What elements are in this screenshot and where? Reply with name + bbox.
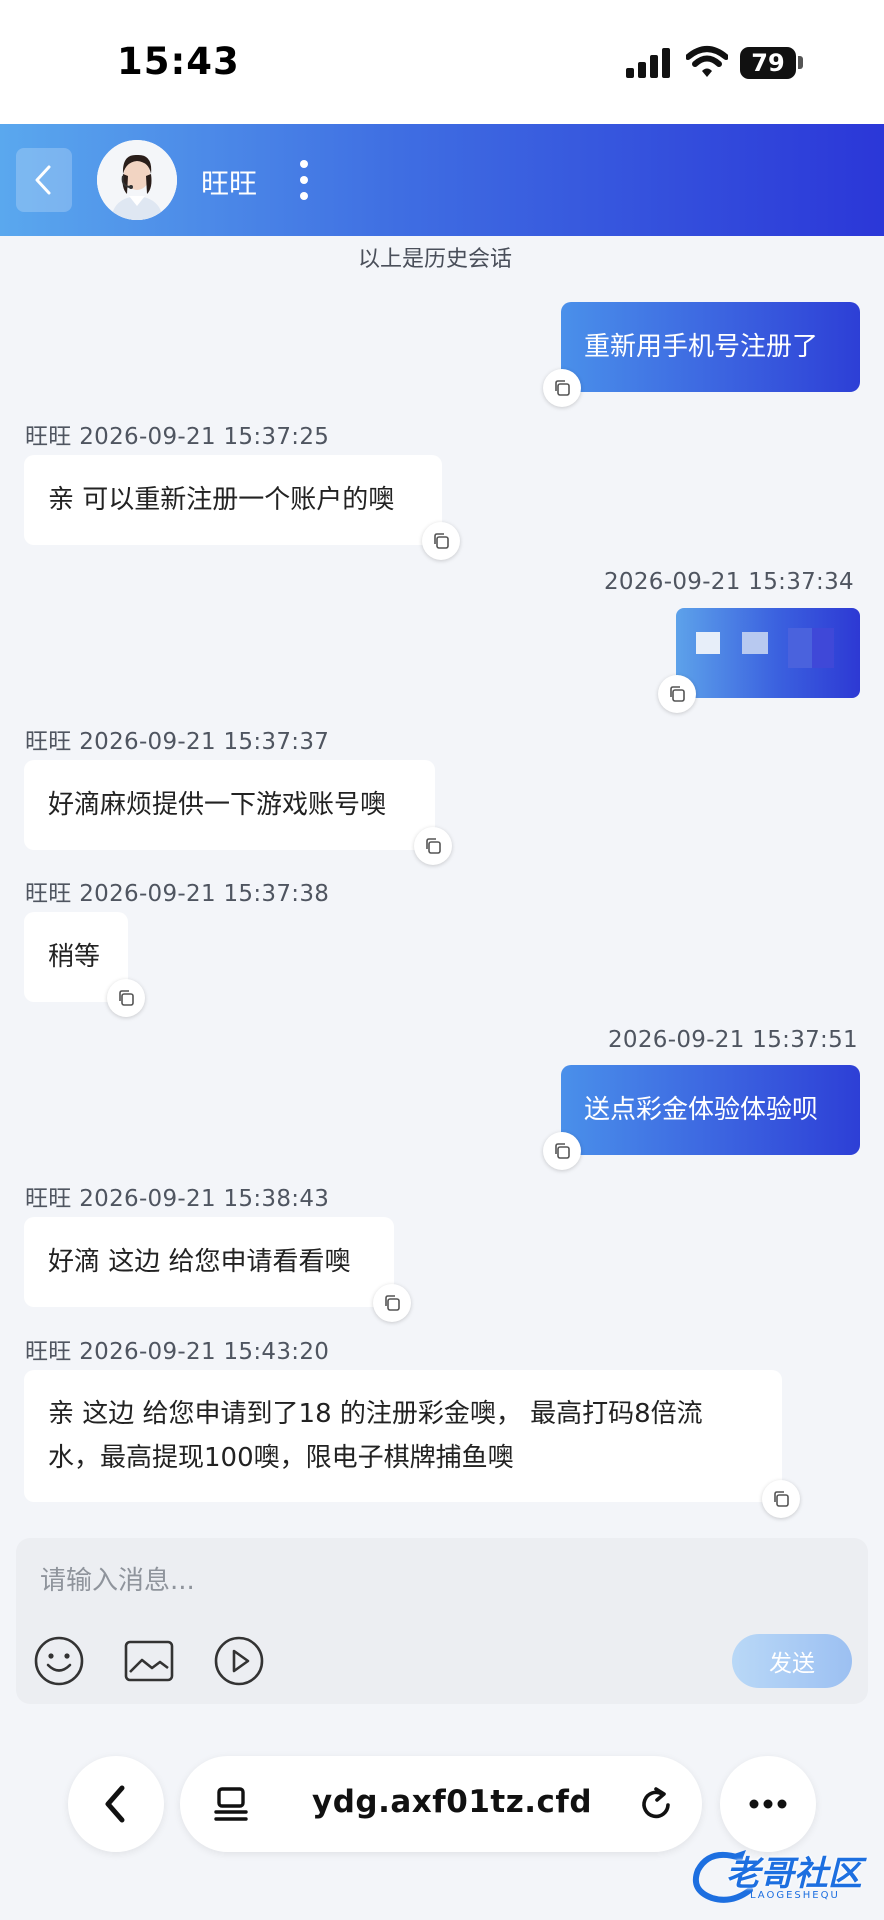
copy-icon bbox=[774, 1491, 789, 1507]
copy-icon bbox=[555, 380, 570, 396]
url-text: ydg.axf01tz.cfd bbox=[312, 1784, 593, 1820]
message-text: 好滴 这边 给您申请看看噢 bbox=[48, 1247, 351, 1277]
support-agent-avatar-icon bbox=[97, 140, 177, 220]
wifi-icon bbox=[686, 46, 728, 77]
image-icon bbox=[124, 1640, 174, 1682]
chevron-left-icon bbox=[105, 1785, 125, 1823]
message-text: 重新用手机号注册了 bbox=[584, 332, 819, 362]
message-meta: 旺旺 2026-09-21 15:43:20 bbox=[25, 1339, 330, 1365]
back-button[interactable] bbox=[16, 148, 72, 212]
copy-icon bbox=[555, 1143, 570, 1159]
message-meta: 旺旺 2026-09-21 15:38:43 bbox=[25, 1186, 330, 1212]
copy-icon bbox=[426, 838, 441, 854]
blurred-image-message[interactable] bbox=[676, 608, 860, 698]
video-button[interactable] bbox=[212, 1634, 266, 1688]
browser-back-button[interactable] bbox=[68, 1756, 164, 1852]
incoming-message-bubble: 亲 这边 给您申请到了18 的注册彩金噢， 最高打码8倍流 水，最高提现100噢… bbox=[24, 1370, 782, 1502]
message-meta: 旺旺 2026-09-21 15:37:37 bbox=[25, 729, 330, 755]
battery-level: 79 bbox=[740, 47, 796, 79]
message-text: 送点彩金体验体验呗 bbox=[584, 1095, 819, 1125]
browser-menu-button[interactable] bbox=[720, 1756, 816, 1852]
message-text-line: 水，最高提现100噢，限电子棋牌捕鱼噢 bbox=[48, 1443, 514, 1473]
cellular-signal-icon bbox=[626, 48, 670, 78]
outgoing-message-bubble: 送点彩金体验体验呗 bbox=[561, 1065, 860, 1155]
chat-header: 旺旺 bbox=[0, 124, 884, 236]
outgoing-message-bubble: 重新用手机号注册了 bbox=[561, 302, 860, 392]
agent-avatar bbox=[97, 140, 177, 220]
copy-button[interactable] bbox=[422, 522, 460, 560]
message-meta: 旺旺 2026-09-21 15:37:38 bbox=[25, 881, 330, 907]
battery-cap bbox=[798, 56, 803, 69]
copy-icon bbox=[385, 1295, 400, 1311]
watermark-subtext: LAOGESHEQU bbox=[750, 1890, 840, 1901]
message-meta: 2026-09-21 15:37:51 bbox=[608, 1027, 858, 1053]
message-text-line: 亲 这边 给您申请到了18 的注册彩金噢， 最高打码8倍流 bbox=[48, 1399, 703, 1429]
copy-button[interactable] bbox=[543, 369, 581, 407]
message-text: 亲 可以重新注册一个账户的噢 bbox=[48, 485, 395, 515]
copy-button[interactable] bbox=[373, 1284, 411, 1322]
copy-button[interactable] bbox=[107, 979, 145, 1017]
copy-icon bbox=[670, 686, 685, 702]
copy-button[interactable] bbox=[543, 1132, 581, 1170]
chevron-left-icon bbox=[35, 165, 51, 195]
incoming-message-bubble: 好滴 这边 给您申请看看噢 bbox=[24, 1217, 394, 1307]
message-text: 稍等 bbox=[48, 942, 101, 972]
status-time: 15:43 bbox=[117, 40, 240, 83]
tabs-icon[interactable] bbox=[212, 1784, 252, 1824]
watermark-text: 老哥社区 bbox=[726, 1854, 862, 1894]
incoming-message-bubble: 亲 可以重新注册一个账户的噢 bbox=[24, 455, 442, 545]
emoji-icon bbox=[34, 1636, 84, 1686]
emoji-button[interactable] bbox=[32, 1634, 86, 1688]
address-bar[interactable]: ydg.axf01tz.cfd bbox=[180, 1756, 702, 1852]
message-composer: 发送 bbox=[16, 1538, 868, 1704]
copy-button[interactable] bbox=[658, 675, 696, 713]
copy-button[interactable] bbox=[414, 827, 452, 865]
play-circle-icon bbox=[214, 1636, 264, 1686]
copy-icon bbox=[119, 990, 134, 1006]
message-meta: 旺旺 2026-09-21 15:37:25 bbox=[25, 424, 330, 450]
reload-icon[interactable] bbox=[636, 1784, 676, 1824]
history-divider-note: 以上是历史会话 bbox=[358, 247, 513, 272]
copy-button[interactable] bbox=[762, 1480, 800, 1518]
copy-icon bbox=[434, 533, 449, 549]
watermark-logo: 老哥社区 LAOGESHEQU bbox=[690, 1842, 876, 1914]
more-horizontal-icon bbox=[749, 1799, 787, 1809]
message-input[interactable] bbox=[38, 1550, 842, 1612]
incoming-message-bubble: 好滴麻烦提供一下游戏账号噢 bbox=[24, 760, 435, 850]
image-button[interactable] bbox=[122, 1634, 176, 1688]
message-meta: 2026-09-21 15:37:34 bbox=[604, 569, 854, 595]
send-button[interactable]: 发送 bbox=[732, 1634, 852, 1688]
status-bar: 15:43 79 bbox=[0, 0, 884, 124]
agent-name: 旺旺 bbox=[201, 167, 258, 200]
message-text: 好滴麻烦提供一下游戏账号噢 bbox=[48, 790, 387, 820]
more-options-icon[interactable] bbox=[292, 158, 316, 202]
